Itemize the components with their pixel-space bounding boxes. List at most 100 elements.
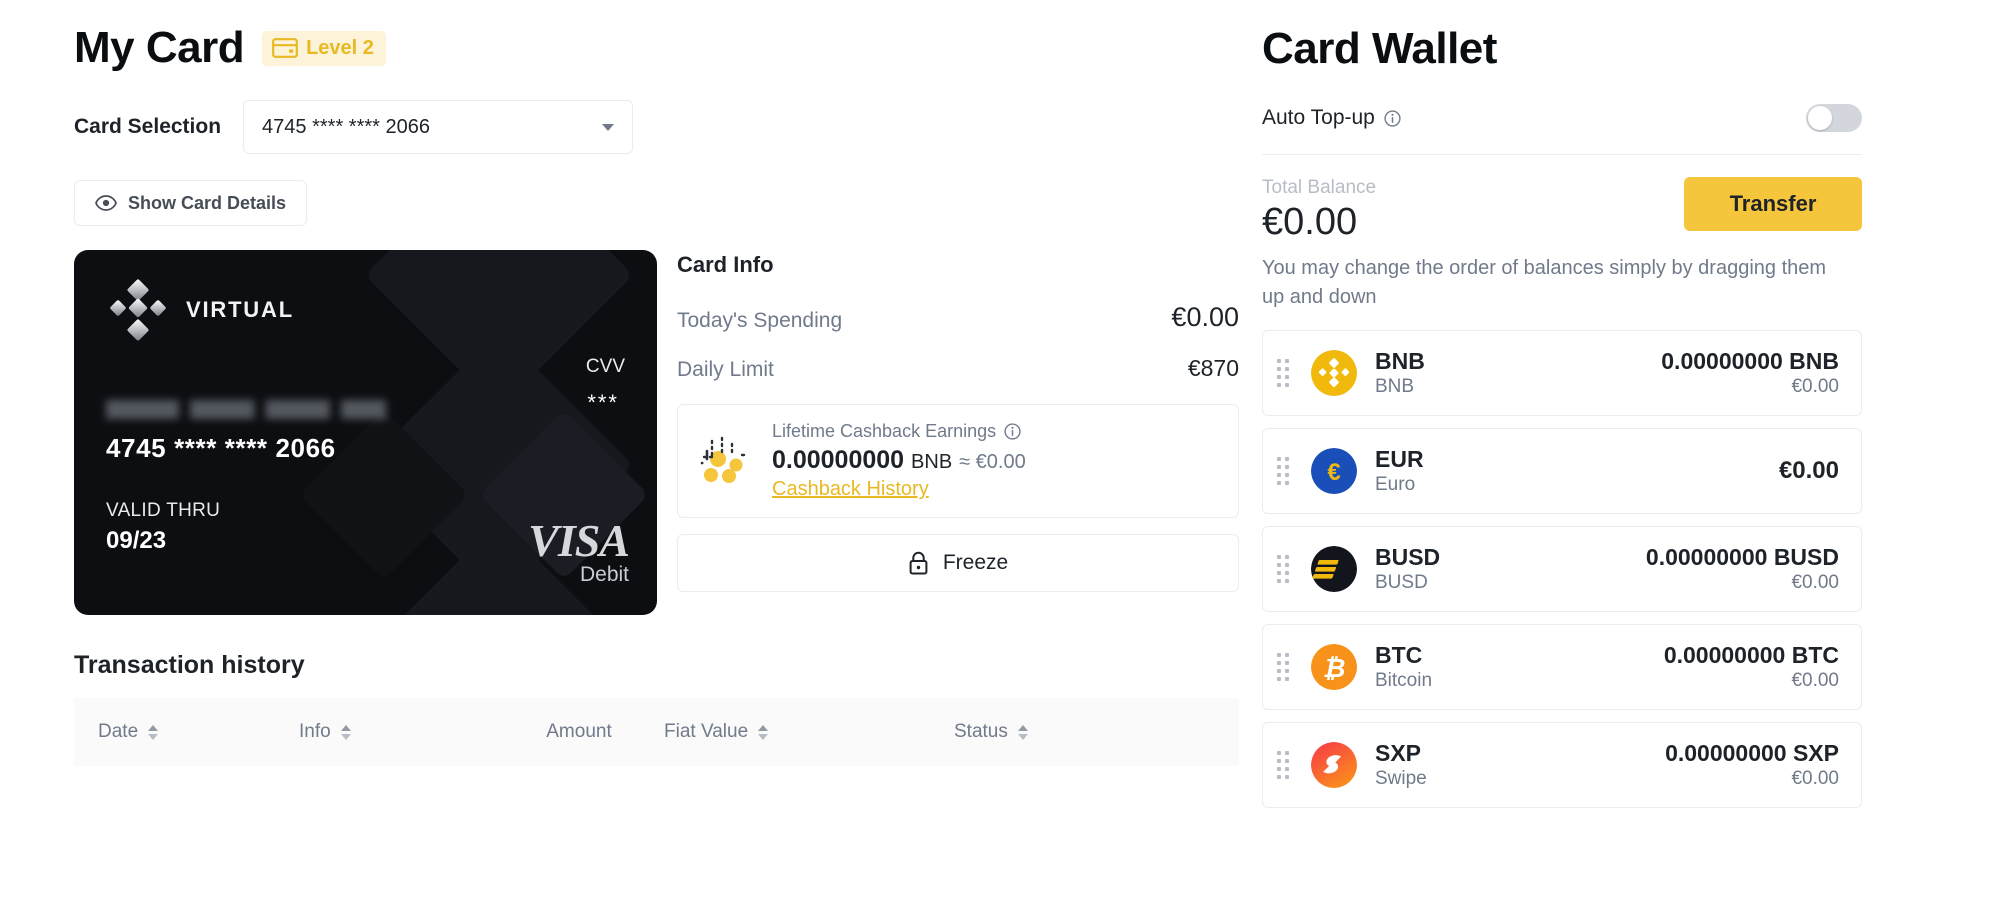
show-card-details-button[interactable]: Show Card Details <box>74 180 308 227</box>
sort-icon-status[interactable] <box>1017 724 1028 740</box>
auto-topup-label-group: Auto Top-up <box>1262 106 1401 130</box>
freeze-label: Freeze <box>942 551 1009 575</box>
column-header-status[interactable]: Status <box>894 721 1094 743</box>
binance-logo-icon <box>110 279 166 341</box>
column-header-date[interactable]: Date <box>74 721 299 743</box>
asset-names: BTC Bitcoin <box>1375 642 1664 692</box>
card-selection-dropdown[interactable]: 4745 **** **** 2066 <box>243 100 634 155</box>
btc-icon: ₿ <box>1311 644 1357 690</box>
list-item[interactable]: € EUR Euro €0.00 <box>1262 428 1862 514</box>
column-header-amount: Amount <box>494 721 664 743</box>
drag-handle-icon[interactable] <box>1277 751 1299 779</box>
list-item[interactable]: BNB BNB 0.00000000 BNB €0.00 <box>1262 330 1862 416</box>
show-card-details-label: Show Card Details <box>128 192 287 213</box>
card-info-heading: Card Info <box>677 252 774 278</box>
info-row-daily-limit: Daily Limit €870 <box>677 355 1239 382</box>
coins-icon <box>700 437 750 484</box>
column-header-fiat-value[interactable]: Fiat Value <box>664 721 894 743</box>
asset-names: BNB BNB <box>1375 348 1661 398</box>
virtual-card[interactable]: VIRTUAL 4745 **** **** 2066 VALID THRU 0… <box>74 250 657 616</box>
card-info-section: VIRTUAL 4745 **** **** 2066 VALID THRU 0… <box>74 250 1239 616</box>
transaction-history-heading: Transaction history <box>74 651 305 680</box>
eur-icon: € <box>1311 448 1357 494</box>
visa-wordmark: VISA <box>528 515 630 566</box>
svg-text:₿: ₿ <box>1323 653 1346 683</box>
daily-limit-label: Daily Limit <box>677 358 774 382</box>
sxp-icon <box>1311 742 1357 788</box>
asset-list: BNB BNB 0.00000000 BNB €0.00 € EUR Euro <box>1262 330 1862 808</box>
cashback-amount-row: 0.00000000 BNB ≈ €0.00 <box>772 446 1026 475</box>
list-item[interactable]: SXP Swipe 0.00000000 SXP €0.00 <box>1262 722 1862 808</box>
asset-symbol: EUR <box>1375 445 1424 472</box>
asset-values: 0.00000000 BUSD €0.00 <box>1646 544 1839 594</box>
wallet-title: Card Wallet <box>1262 24 1497 73</box>
asset-amount: €0.00 <box>1778 457 1839 485</box>
list-item[interactable]: ₿ BTC Bitcoin 0.00000000 BTC €0.00 <box>1262 624 1862 710</box>
drag-handle-icon[interactable] <box>1277 359 1299 387</box>
asset-symbol: SXP <box>1375 739 1422 766</box>
visa-debit-label: Debit <box>579 563 629 587</box>
asset-values: 0.00000000 BTC €0.00 <box>1664 642 1839 692</box>
table-header-row: Date Info Amount Fiat Value Status <box>74 698 1239 767</box>
card-icon <box>272 38 298 59</box>
asset-values: €0.00 <box>1779 457 1839 485</box>
sort-icon-date[interactable] <box>148 724 159 740</box>
transfer-button[interactable]: Transfer <box>1684 177 1862 231</box>
transaction-history-table: Date Info Amount Fiat Value Status <box>74 698 1239 767</box>
total-balance-value: €0.00 <box>1262 201 1358 243</box>
asset-names: SXP Swipe <box>1375 740 1665 790</box>
card-panel: My Card Level 2 Card Selection 4745 ****… <box>74 0 1239 767</box>
cashback-history-link[interactable]: Cashback History <box>772 478 929 501</box>
page-header: My Card Level 2 <box>74 23 1239 72</box>
auto-topup-label: Auto Top-up <box>1262 106 1375 129</box>
page-title: My Card <box>74 23 245 72</box>
total-balance-group: Total Balance €0.00 <box>1262 177 1376 244</box>
asset-fiat-value: €0.00 <box>1791 670 1839 692</box>
cashback-approx: ≈ €0.00 <box>959 451 1026 474</box>
card-info-panel: Card Info Today's Spending €0.00 Daily L… <box>677 250 1239 615</box>
cashback-text: Lifetime Cashback Earnings 0.00000000 BN… <box>772 421 1026 501</box>
toggle-knob <box>1808 106 1832 130</box>
column-header-fiat-value-label: Fiat Value <box>664 721 749 743</box>
card-selection-label: Card Selection <box>74 115 222 139</box>
column-header-info[interactable]: Info <box>299 721 494 743</box>
asset-names: EUR Euro <box>1375 446 1779 496</box>
auto-topup-row: Auto Top-up <box>1262 104 1862 155</box>
info-row-today-spending: Today's Spending €0.00 <box>677 302 1239 333</box>
drag-handle-icon[interactable] <box>1277 555 1299 583</box>
card-brand-label: VIRTUAL <box>186 297 294 323</box>
asset-amount: 0.00000000 BNB <box>1661 347 1839 374</box>
asset-name: BUSD <box>1375 572 1428 594</box>
today-spending-label: Today's Spending <box>677 309 843 333</box>
auto-topup-toggle[interactable] <box>1806 104 1862 132</box>
asset-symbol: BTC <box>1375 641 1423 668</box>
card-number: 4745 **** **** 2066 <box>106 433 336 464</box>
card-cvv-value: *** <box>587 390 619 416</box>
sort-icon-fiat-value[interactable] <box>758 724 769 740</box>
asset-symbol: BNB <box>1375 347 1425 374</box>
busd-icon <box>1311 546 1357 592</box>
daily-limit-value: €870 <box>1187 355 1239 382</box>
asset-name: Swipe <box>1375 768 1427 790</box>
card-page: My Card Level 2 Card Selection 4745 ****… <box>0 0 2000 901</box>
asset-name: Euro <box>1375 474 1416 496</box>
list-item[interactable]: BUSD BUSD 0.00000000 BUSD €0.00 <box>1262 526 1862 612</box>
asset-name: BNB <box>1375 376 1415 398</box>
visa-logo: VISA Debit <box>528 515 630 587</box>
freeze-button[interactable]: Freeze <box>677 534 1239 593</box>
drag-handle-icon[interactable] <box>1277 457 1299 485</box>
bnb-icon <box>1311 350 1357 396</box>
card-selection-value: 4745 **** **** 2066 <box>262 115 430 138</box>
eye-icon <box>95 195 117 212</box>
asset-amount: 0.00000000 BUSD <box>1645 543 1839 570</box>
info-icon[interactable] <box>1384 109 1401 127</box>
asset-fiat-value: €0.00 <box>1791 768 1839 790</box>
asset-amount: 0.00000000 BTC <box>1663 641 1839 668</box>
info-icon[interactable] <box>1004 423 1021 440</box>
today-spending-value: €0.00 <box>1171 302 1239 333</box>
sort-icon-info[interactable] <box>340 724 351 740</box>
cashback-title-row: Lifetime Cashback Earnings <box>772 421 1026 442</box>
asset-symbol: BUSD <box>1375 543 1441 570</box>
card-cvv-label: CVV <box>585 356 625 378</box>
drag-handle-icon[interactable] <box>1277 653 1299 681</box>
